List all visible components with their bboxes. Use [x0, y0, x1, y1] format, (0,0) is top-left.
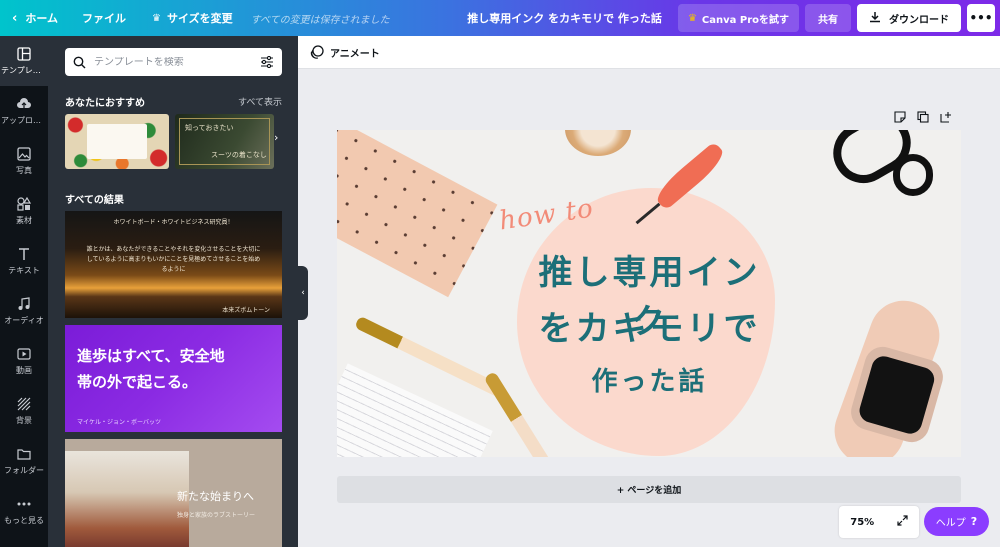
file-menu-button[interactable]: ファイル [82, 10, 126, 26]
result-template-3[interactable]: 新たな始まりへ 独身と家族のラブストーリー [65, 439, 282, 547]
canvas-title-line-2[interactable]: をカキモリで [527, 301, 772, 350]
nav-label: もっと見る [4, 516, 44, 525]
template-text: スーツの着こなし [211, 151, 267, 159]
editor-toolbar: アニメート [298, 36, 1000, 69]
results-header: すべての結果 [65, 191, 282, 206]
template-text: 独身と家族のラブストーリー [177, 512, 256, 519]
nav-audio[interactable]: オーディオ [0, 286, 48, 336]
result-template-2[interactable]: 進歩はすべて、安全地帯の外で起こる。 マイケル・ジョン・ボーバッツ [65, 325, 282, 432]
more-options-button[interactable]: ••• [967, 4, 995, 32]
nav-uploads[interactable]: アップロード [0, 86, 48, 136]
side-nav: テンプレート アップロード 写真 素材 テキスト オーディオ 動画 背景 フォル… [0, 36, 48, 547]
nav-more[interactable]: もっと見る [0, 486, 48, 536]
templates-panel: あなたにおすすめ すべて表示 知っておきたい スーツの着こなし › すべての結果… [48, 36, 298, 547]
top-bar: ‹ ホーム ファイル ♛ サイズを変更 すべての変更は保存されました 推し専用イ… [0, 0, 1000, 36]
fullscreen-icon[interactable] [897, 515, 908, 529]
nav-text[interactable]: テキスト [0, 236, 48, 286]
see-all-link[interactable]: すべて表示 [238, 95, 282, 108]
template-search [65, 48, 282, 76]
recommended-header: あなたにおすすめ すべて表示 [65, 94, 282, 109]
search-input[interactable] [94, 56, 260, 68]
template-text: ホワイトボード・ホワイトビジネス研究員！ [113, 219, 234, 226]
audio-icon [16, 296, 32, 312]
home-button[interactable]: ‹ ホーム [12, 10, 58, 26]
try-pro-label: Canva Proを試す [701, 14, 789, 26]
zoom-control: 75% [839, 506, 919, 538]
download-label: ダウンロード [889, 14, 949, 26]
elements-icon [16, 196, 32, 212]
chevron-left-icon: ‹ [301, 288, 305, 298]
note-icon[interactable] [893, 110, 907, 124]
nav-label: オーディオ [4, 316, 44, 325]
nav-label: テンプレート [1, 66, 47, 75]
template-text: 本来ズボムトーン [222, 307, 270, 314]
filter-icon[interactable] [260, 56, 274, 68]
template-text: 新たな始まりへ [177, 490, 254, 503]
animate-button[interactable]: アニメート [330, 45, 380, 60]
resize-label: サイズを変更 [167, 12, 233, 25]
zoom-value[interactable]: 75% [850, 517, 874, 528]
nav-elements[interactable]: 素材 [0, 186, 48, 236]
nav-label: 背景 [16, 416, 32, 425]
folder-icon [16, 446, 32, 462]
add-page-icon[interactable] [939, 110, 953, 124]
notebook-graphic [337, 130, 498, 298]
result-template-1[interactable]: ホワイトボード・ホワイトビジネス研究員！ 誰とかは、あなたができることやそれを変… [65, 211, 282, 318]
template-text: 進歩はすべて、安全地帯の外で起こる。 [77, 347, 225, 391]
collapse-panel-button[interactable]: ‹ [298, 266, 308, 320]
nav-photos[interactable]: 写真 [0, 136, 48, 186]
chevron-right-icon[interactable]: › [274, 131, 278, 144]
recommended-heading: あなたにおすすめ [65, 98, 145, 109]
add-page-button[interactable]: + ページを追加 [337, 476, 961, 503]
nav-background[interactable]: 背景 [0, 386, 48, 436]
watch-face [856, 352, 938, 437]
nav-folder[interactable]: フォルダー [0, 436, 48, 486]
resize-button[interactable]: ♛ サイズを変更 [152, 10, 233, 26]
photo-icon [16, 146, 32, 162]
video-icon [16, 346, 32, 362]
duplicate-page-icon[interactable] [916, 110, 930, 124]
nav-templates[interactable]: テンプレート [0, 36, 48, 86]
recommended-template-2[interactable]: 知っておきたい スーツの着こなし [175, 114, 274, 169]
canvas-title-line-3[interactable]: 作った話 [527, 361, 772, 398]
glasses-graphic [893, 154, 933, 196]
crown-icon: ♛ [152, 12, 161, 24]
more-icon [16, 496, 32, 512]
help-label: ヘルプ [935, 518, 966, 529]
home-label: ホーム [25, 12, 59, 25]
nav-label: 素材 [16, 216, 32, 225]
nav-video[interactable]: 動画 [0, 336, 48, 386]
help-button[interactable]: ヘルプ ? [924, 507, 989, 536]
crown-icon: ♛ [687, 12, 697, 24]
template-card-inner [87, 124, 147, 159]
save-status: すべての変更は保存されました [250, 14, 390, 26]
nav-label: 写真 [16, 166, 32, 175]
nav-label: 動画 [16, 366, 32, 375]
upload-icon [16, 96, 32, 112]
page-tools [893, 110, 953, 124]
text-icon [16, 246, 32, 262]
share-button[interactable]: 共有 [805, 4, 851, 32]
design-canvas[interactable]: how to 推し専用インク をカキモリで 作った話 [337, 130, 961, 457]
template-photo [65, 451, 189, 547]
background-icon [16, 396, 32, 412]
template-text: 知っておきたい [185, 124, 234, 132]
template-text: 誰とかは、あなたができることやそれを変化させることを大切にしているように高まりも… [86, 246, 261, 273]
document-title[interactable]: 推し専用インク をカキモリで 作った話 [467, 10, 662, 26]
chevron-left-icon: ‹ [12, 10, 18, 26]
search-icon [73, 56, 86, 69]
clips-jar-graphic [565, 130, 631, 156]
template-icon [16, 46, 32, 62]
try-pro-button[interactable]: ♛ Canva Proを試す [677, 4, 799, 32]
help-question-icon: ? [970, 515, 978, 528]
results-heading: すべての結果 [65, 195, 124, 206]
nav-label: テキスト [8, 266, 40, 275]
recommended-template-1[interactable] [65, 114, 169, 169]
download-button[interactable]: ダウンロード [857, 4, 961, 32]
nav-label: フォルダー [4, 466, 44, 475]
download-icon [869, 11, 881, 26]
nav-label: アップロード [1, 116, 47, 125]
template-text: マイケル・ジョン・ボーバッツ [77, 419, 161, 426]
animate-icon [310, 45, 324, 59]
